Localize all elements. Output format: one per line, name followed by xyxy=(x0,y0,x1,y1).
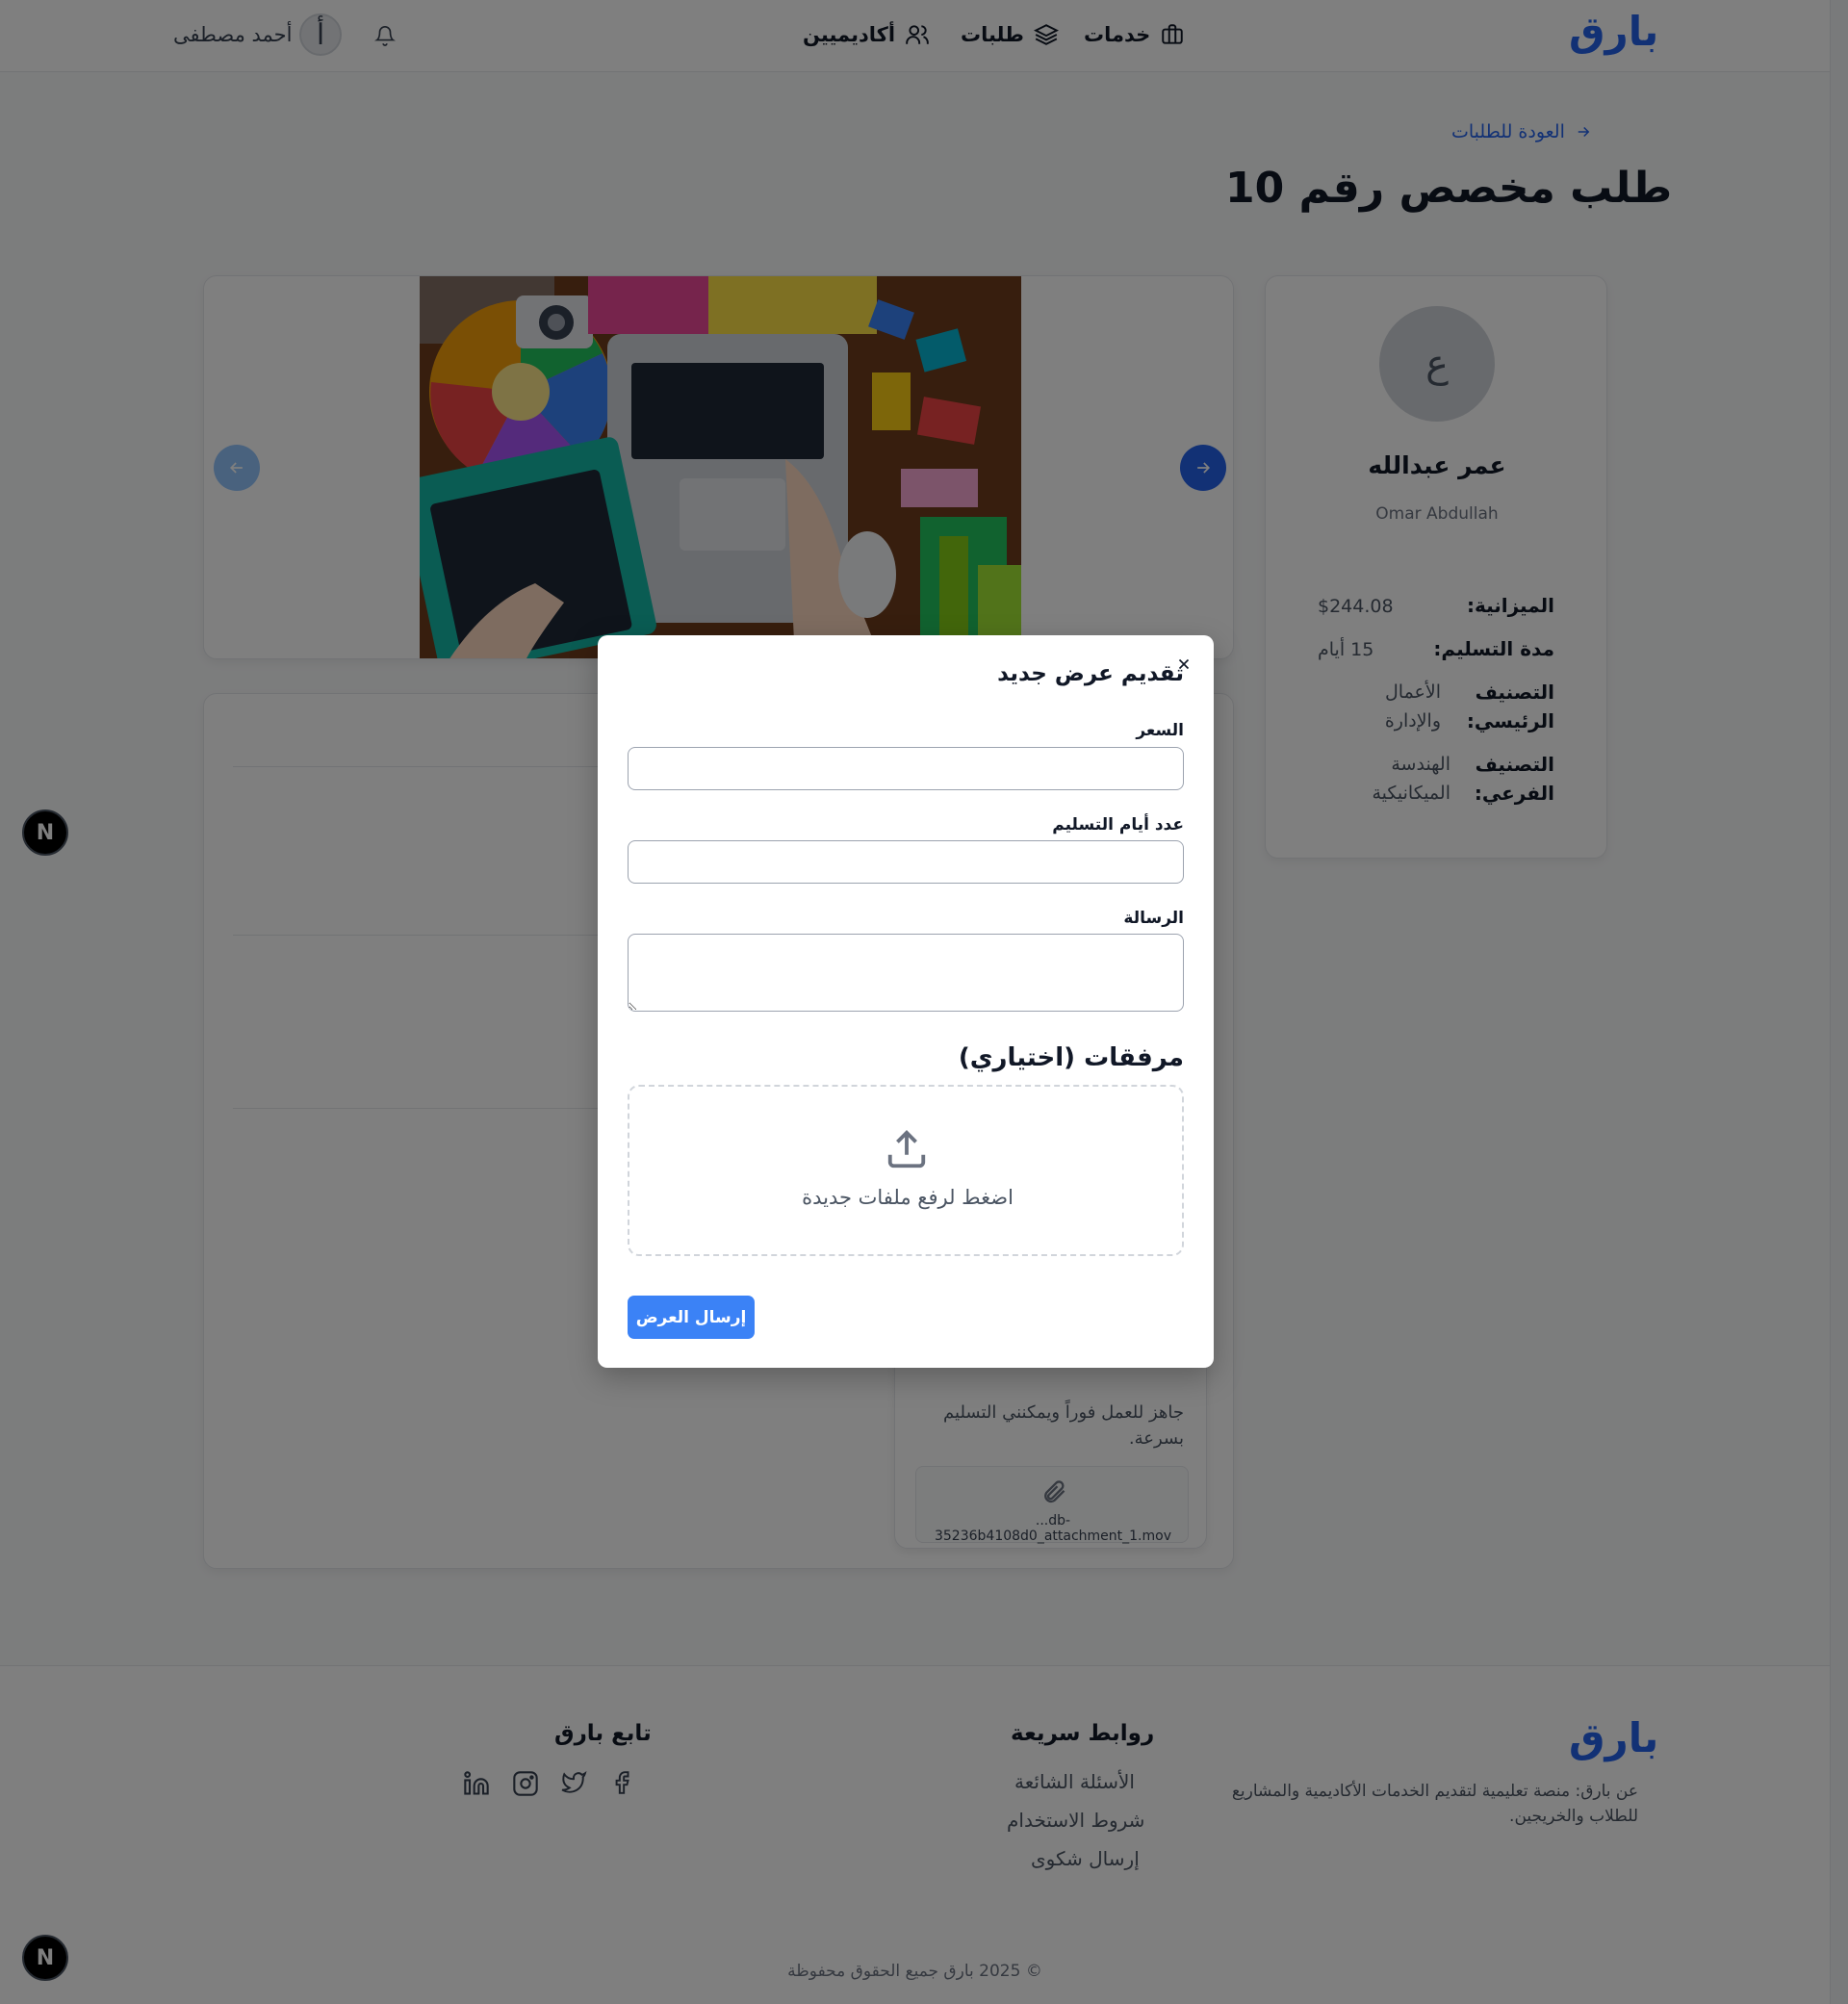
submit-offer-button[interactable]: إرسال العرض xyxy=(628,1296,755,1339)
upload-text: اضغط لرفع ملفات جديدة xyxy=(802,1186,1014,1209)
message-label: الرسالة xyxy=(1123,909,1184,928)
delivery-days-input[interactable] xyxy=(628,840,1184,884)
delivery-days-label: عدد أيام التسليم xyxy=(1052,815,1184,835)
new-offer-modal: تقديم عرض جديد السعر عدد أيام التسليم ال… xyxy=(598,635,1214,1368)
upload-icon xyxy=(887,1130,926,1169)
message-textarea[interactable] xyxy=(628,934,1184,1012)
file-upload-dropzone[interactable]: اضغط لرفع ملفات جديدة xyxy=(628,1085,1184,1256)
price-label: السعر xyxy=(1136,721,1184,740)
modal-title: تقديم عرض جديد xyxy=(997,661,1184,686)
attachments-title: مرفقات (اختياري) xyxy=(958,1043,1184,1072)
price-input[interactable] xyxy=(628,747,1184,790)
